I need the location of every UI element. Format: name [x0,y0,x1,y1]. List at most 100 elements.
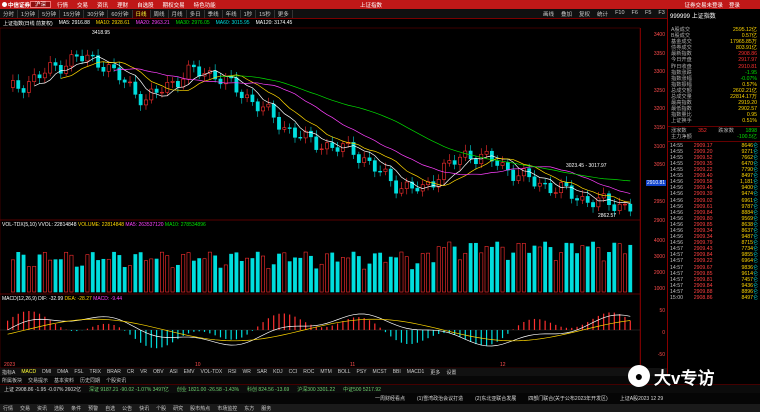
indicator-tab[interactable]: BRAR [107,369,121,375]
news-ticker[interactable]: 一周财经看点 (1)雪湾政治会议打造 (2)东北亚联合发展 四部门联合(关于公布202… [0,393,760,404]
indicator-tab[interactable]: MTM [320,369,331,375]
volume-bar [223,264,228,293]
volume-value: VOLUME: 22814848 [77,222,125,228]
news-item[interactable]: 四部门联合(关于公布2023年开发区) [528,395,607,402]
index-status[interactable]: 深证 9187.21 -90.02 -1.07% 3497亿 [89,386,169,393]
function-button[interactable]: 预警 [88,405,98,412]
indicator-tab[interactable]: EMV [184,369,195,375]
mid-annotation: 3023.45 - 3017.97 [566,163,607,169]
candle-body [255,101,260,112]
indicator-tab[interactable]: CCI [289,369,298,375]
volume-bar [309,255,313,293]
candle-body [537,182,542,187]
sub-tab[interactable]: 历史同期 [80,377,100,384]
index-status[interactable]: 沪深300 3301.22 [297,386,335,393]
function-button[interactable]: 条件 [71,405,81,412]
function-button[interactable]: 研究 [173,405,183,412]
candle-body [21,88,26,93]
volume-bar [197,258,202,293]
candle-body [553,192,558,194]
kline-chart[interactable]: 2023 10 11 12 [0,0,667,368]
indicator-tab[interactable]: RSI [228,369,236,375]
candle-body [101,66,106,72]
indicator-tab[interactable]: CR [127,369,134,375]
tick-time: 15:00 [670,295,683,302]
candle-body [474,158,478,165]
indicator-tab[interactable]: 设置 [446,369,456,376]
candle-body [394,180,399,194]
index-status[interactable]: 创业 1821.00 -26.58 -1.43% [177,386,239,393]
indicator-tab[interactable]: ROC [303,369,314,375]
news-item[interactable]: (1)雪湾政治会议打造 [417,395,463,402]
volume-tick: 2000 [653,270,665,276]
indicator-tab[interactable]: DMI [42,369,51,375]
volume-tick: 3000 [653,254,665,260]
candle-body [511,169,516,181]
function-button[interactable]: 快讯 [139,405,149,412]
main-force-value: -100.5亿 [737,133,757,140]
trade-status[interactable]: 证券交易未登录 [684,1,723,9]
function-button[interactable]: 个股 [156,405,166,412]
volume-bar [601,260,606,293]
function-button[interactable]: 股市热点 [190,405,210,412]
news-item[interactable]: 一周财经看点 [375,395,405,402]
index-status[interactable]: 科创 824.56 -13.69 [247,386,289,393]
volume-bar [383,261,388,293]
candle-body [154,88,159,93]
sub-tab[interactable]: 基本资料 [54,377,74,384]
indicator-tab[interactable]: WR [243,369,251,375]
volume-bar [623,253,627,293]
function-button[interactable]: 东方 [244,405,254,412]
candle-body [186,64,191,80]
news-item[interactable]: 上证A股2023 12 29 [620,395,663,402]
login-link[interactable]: 登录 [729,1,740,9]
indicator-tab[interactable]: MCST [373,369,387,375]
candle-body [516,175,521,181]
indicator-tab[interactable]: VOL-TDX [201,369,223,375]
volume-bar [591,241,595,293]
sub-tab[interactable]: 交易提示 [28,377,48,384]
volume-bar [319,263,324,293]
function-button[interactable]: 选股 [54,405,64,412]
function-button[interactable]: 交易 [20,405,30,412]
index-status[interactable]: 中证500 5217.92 [343,386,381,393]
sub-tab[interactable]: 所属板块 [2,377,22,384]
indicator-tab[interactable]: 指标A [2,369,15,376]
indicator-tab[interactable]: FSL [74,369,83,375]
function-button[interactable]: 自选 [105,405,115,412]
indicator-tab[interactable]: OBV [153,369,164,375]
low-annotation: 2862.57 [598,213,617,219]
indicator-tab[interactable]: SAR [257,369,267,375]
news-item[interactable]: (2)东北亚联合发展 [475,395,516,402]
indicator-tab[interactable]: KDJ [273,369,282,375]
volume-bar [527,252,532,293]
function-button[interactable]: 市场监控 [217,405,237,412]
indicator-tab[interactable]: BOLL [338,369,351,375]
volume-bar [48,259,53,293]
volume-bar [58,259,63,293]
index-status[interactable]: 上证 2908.86 -1.95 -0.07% 2602亿 [4,386,81,393]
indicator-tab[interactable]: ASI [170,369,178,375]
tick-list[interactable]: 14:55 2909.17 8646 仑 14:55 2909.20 9271 仑 14:55 2… [668,143,760,301]
volume-bar [16,252,21,293]
function-button[interactable]: 服务 [261,405,271,412]
indicator-tab[interactable]: VR [140,369,147,375]
candle-body [458,156,462,165]
price-tick: 3100 [653,143,665,150]
sub-tab[interactable]: 个股资讯 [106,377,126,384]
indicator-tab[interactable]: MACD [21,369,36,375]
volume-bar [255,251,260,293]
indicator-tab[interactable]: TRIX [90,369,101,375]
indicator-tab[interactable]: PSY [357,369,367,375]
indicator-tab[interactable]: DMA [57,369,68,375]
indicator-tab[interactable]: 更多 [430,369,440,376]
tick-price: 2908.86 [693,295,713,302]
volume-bar [122,267,127,293]
function-button[interactable]: 公告 [122,405,132,412]
function-button[interactable]: 行情 [3,405,13,412]
indicator-tab[interactable]: MACD1 [407,369,425,375]
indicator-tab[interactable]: BBI [393,369,401,375]
function-button[interactable]: 资讯 [37,405,47,412]
volume-bar [521,243,526,293]
quote-panel: 999999 上证指数 A股成交 2595.12亿 B股成交 0.57亿 基金成交 179… [667,9,760,376]
